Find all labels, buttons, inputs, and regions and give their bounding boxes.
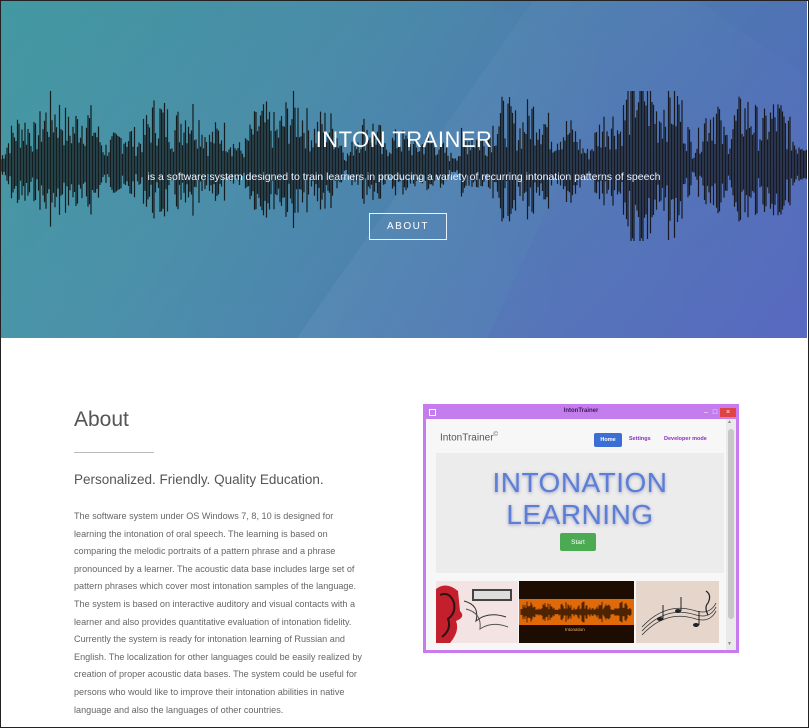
app-thumbnail-music [636, 581, 719, 643]
app-nav-developer-mode: Developer mode [664, 436, 707, 442]
about-body-line: learner and also provides quantitative e… [74, 616, 352, 627]
app-thumbnail-waveform: Intonation [519, 581, 634, 643]
app-brand-mark: © [493, 432, 498, 438]
about-body-line: pattern phrases which cover most intonat… [74, 581, 357, 592]
about-body-line: The system is based on interactive audit… [74, 598, 356, 609]
about-body-line: learning the intonation of oral speech. … [74, 528, 328, 539]
about-button[interactable]: ABOUT [369, 213, 447, 240]
about-body-line: comparing the melodic portraits of a pat… [74, 546, 336, 557]
scroll-up-icon: ▲ [727, 419, 732, 425]
minimize-icon: – [704, 409, 708, 416]
speaker-face-icon [436, 581, 518, 643]
about-body-line: The software system under OS Windows 7, … [74, 511, 334, 521]
close-icon: × [720, 408, 736, 417]
about-divider [74, 452, 154, 453]
music-notes-icon [636, 581, 719, 643]
about-body-line: persons who would like to improve their … [74, 686, 345, 697]
about-body-line: pronounced by a learner. The acoustic da… [74, 563, 355, 574]
app-titlebar: IntonTrainer – □ × [426, 407, 736, 419]
app-jumbotron: INTONATION LEARNING Start [436, 453, 724, 573]
app-scrollbar: ▲ ▼ [726, 419, 736, 650]
orange-waveform-icon: Intonation [519, 581, 634, 643]
about-body-line: language and also the languages of other… [74, 704, 284, 715]
hero-title: INTON TRAINER [315, 127, 493, 152]
app-content: IntonTrainer© Home Settings Developer mo… [426, 419, 726, 650]
app-screenshot-window: IntonTrainer – □ × IntonTrainer© Home Se… [423, 404, 739, 653]
about-body-line: English. The localization for other lang… [74, 651, 362, 662]
app-nav-settings: Settings [629, 436, 651, 442]
scroll-down-icon: ▼ [727, 641, 732, 647]
app-hero-line2: LEARNING [506, 499, 654, 530]
app-hero-line1: INTONATION [492, 467, 668, 498]
app-thumbnail-speaker [436, 581, 518, 643]
app-brand-text: IntonTrainer [440, 432, 494, 444]
app-start-button: Start [560, 533, 596, 551]
app-scroll-thumb [728, 429, 734, 619]
hero-subtitle: is a software system designed to train l… [147, 171, 661, 183]
app-window-title: IntonTrainer [563, 408, 599, 414]
about-body-line: creation of proper acoustic data bases. … [74, 669, 357, 680]
app-brand: IntonTrainer© [440, 432, 498, 443]
about-heading: About [74, 408, 129, 431]
waveform-caption: Intonation [565, 627, 585, 632]
maximize-icon: □ [712, 409, 718, 416]
about-body-line: Currently the system is ready for intona… [74, 634, 345, 645]
app-nav-home: Home [594, 433, 622, 447]
hero-banner: INTON TRAINER is a software system desig… [1, 1, 807, 338]
about-tagline: Personalized. Friendly. Quality Educatio… [74, 472, 324, 487]
about-body-text: The software system under OS Windows 7, … [74, 508, 394, 719]
